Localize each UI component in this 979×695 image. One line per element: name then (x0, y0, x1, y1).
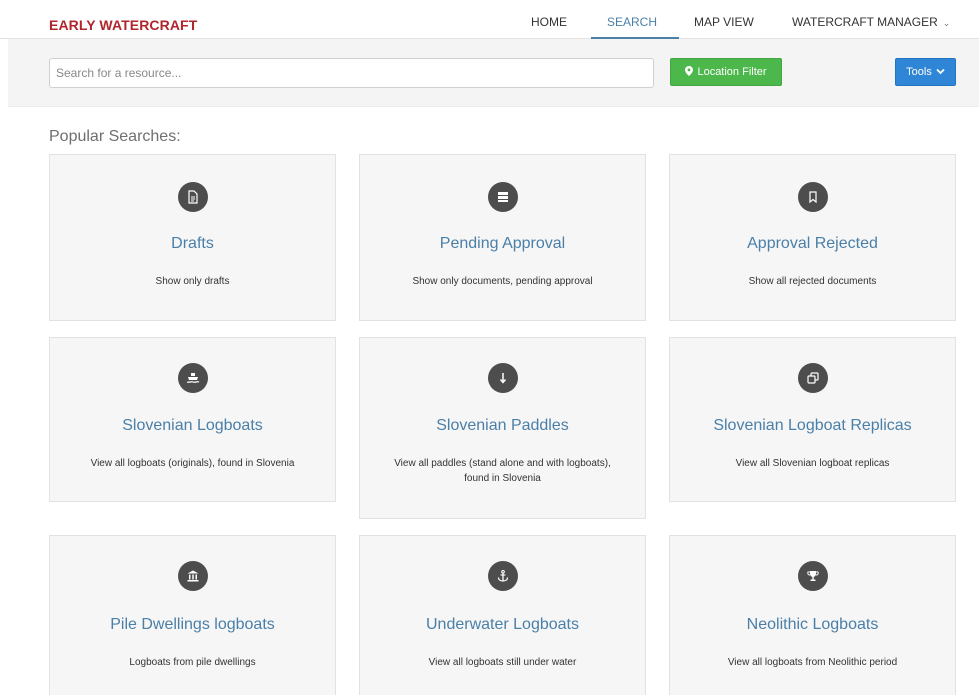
card-description: Logboats from pile dwellings (129, 657, 256, 668)
card-description: View all logboats still under water (428, 657, 577, 668)
arrow-down-icon (487, 363, 518, 393)
card-pending-approval[interactable]: Pending Approval Show only documents, pe… (359, 154, 646, 321)
card-pile-dwellings-logboats[interactable]: Pile Dwellings logboats Logboats from pi… (49, 535, 336, 695)
tools-label: Tools (906, 66, 932, 78)
card-title: Pile Dwellings logboats (110, 616, 275, 633)
card-title: Pending Approval (439, 235, 566, 252)
museum-icon (177, 561, 208, 591)
card-description: Show all rejected documents (748, 276, 877, 287)
card-underwater-logboats[interactable]: Underwater Logboats View all logboats st… (359, 535, 646, 695)
card-description: View all logboats (originals), found in … (90, 458, 295, 469)
top-navbar: EARLY WATERCRAFT HOME SEARCH MAP VIEW WA… (0, 0, 979, 39)
nav-home[interactable]: HOME (531, 15, 567, 29)
bookmark-icon (797, 182, 828, 212)
card-description: Show only documents, pending approval (412, 276, 593, 287)
ship-icon (177, 363, 208, 393)
trophy-icon (797, 561, 828, 591)
brand-logo[interactable]: EARLY WATERCRAFT (49, 17, 197, 33)
card-slovenian-logboat-replicas[interactable]: Slovenian Logboat Replicas View all Slov… (669, 337, 956, 502)
card-slovenian-logboats[interactable]: Slovenian Logboats View all logboats (or… (49, 337, 336, 502)
card-description: View all paddles (stand alone and with l… (394, 458, 611, 484)
card-title: Underwater Logboats (426, 616, 579, 633)
tools-dropdown-button[interactable]: Tools (895, 58, 956, 86)
card-title: Slovenian Logboats (122, 417, 263, 434)
popular-searches-heading: Popular Searches: (49, 128, 181, 145)
nav-search[interactable]: SEARCH (607, 15, 657, 29)
card-title: Drafts (171, 235, 214, 252)
card-title: Neolithic Logboats (746, 616, 879, 633)
card-description: Show only drafts (155, 276, 230, 287)
nav-map-view[interactable]: MAP VIEW (694, 15, 754, 29)
location-filter-button[interactable]: Location Filter (670, 58, 782, 86)
card-description: View all logboats from Neolithic period (727, 657, 898, 668)
card-title: Approval Rejected (747, 235, 878, 252)
server-icon (487, 182, 518, 212)
chevron-down-icon: ⌄ (942, 18, 951, 28)
search-input[interactable] (49, 58, 654, 88)
card-slovenian-paddles[interactable]: Slovenian Paddles View all paddles (stan… (359, 337, 646, 519)
card-approval-rejected[interactable]: Approval Rejected Show all rejected docu… (669, 154, 956, 321)
card-title: Slovenian Logboat Replicas (713, 417, 912, 434)
nav-watercraft-manager-label: WATERCRAFT MANAGER (792, 15, 938, 29)
map-marker-icon (685, 65, 694, 79)
card-drafts[interactable]: Drafts Show only drafts (49, 154, 336, 321)
search-toolbar: Location Filter Tools (8, 39, 979, 107)
card-neolithic-logboats[interactable]: Neolithic Logboats View all logboats fro… (669, 535, 956, 695)
document-icon (177, 182, 208, 212)
nav-watercraft-manager[interactable]: WATERCRAFT MANAGER ⌄ (792, 15, 950, 29)
location-filter-label: Location Filter (697, 66, 767, 78)
copy-icon (797, 363, 828, 393)
anchor-icon (487, 561, 518, 591)
card-title: Slovenian Paddles (436, 417, 569, 434)
chevron-down-icon (936, 67, 945, 78)
card-description: View all Slovenian logboat replicas (735, 458, 890, 469)
